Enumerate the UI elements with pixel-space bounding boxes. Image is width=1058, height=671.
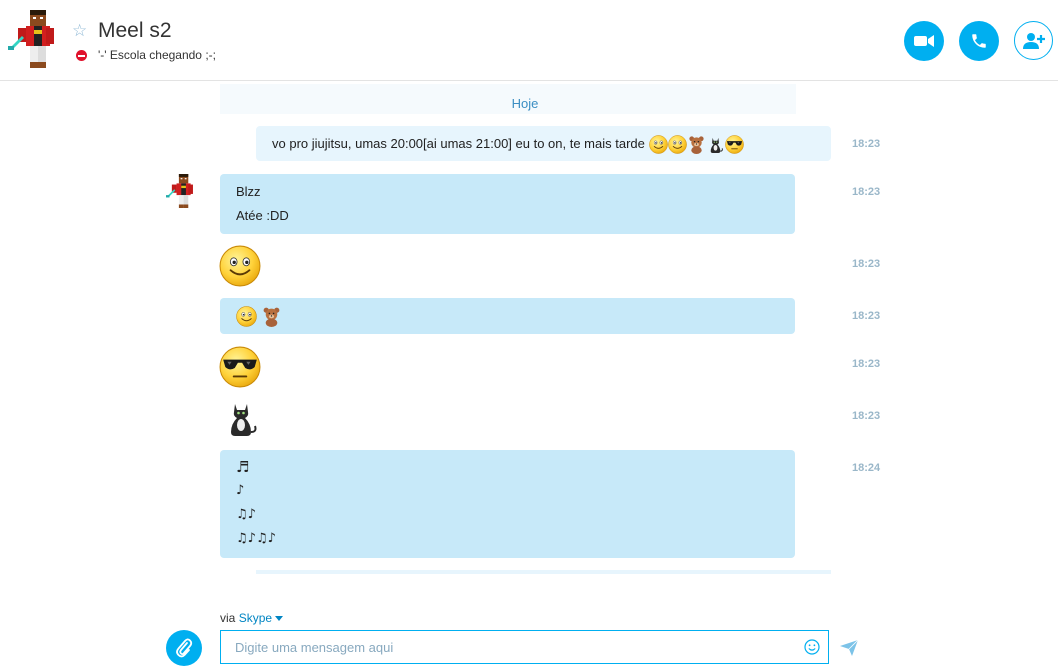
phone-icon — [972, 34, 986, 48]
message-line: Blzz — [236, 184, 261, 199]
favorite-star-icon[interactable]: ☆ — [72, 22, 87, 39]
paperclip-icon — [176, 638, 193, 658]
music-note-line: ♬ — [236, 458, 250, 476]
message-bubble-outgoing[interactable]: vo pro jiujitsu, umas 20:00[ai umas 21:0… — [256, 126, 831, 161]
smile-icon[interactable] — [219, 245, 261, 287]
via-label: via — [220, 611, 236, 625]
send-icon[interactable] — [840, 640, 858, 656]
add-person-icon — [1022, 32, 1045, 49]
music-note-line: ♫♪♫♪ — [236, 531, 276, 546]
message-input-box[interactable] — [220, 630, 829, 664]
smile-icon — [236, 306, 257, 327]
chat-header: ☆ Meel s2 '-' Escola chegando ;-; — [0, 0, 1058, 81]
do-not-disturb-status-icon — [76, 50, 87, 61]
attach-button[interactable] — [166, 630, 202, 666]
message-timestamp: 18:23 — [852, 258, 881, 270]
smile-icon — [649, 135, 668, 154]
via-service-link[interactable]: Skype — [239, 611, 272, 625]
sender-avatar[interactable] — [166, 172, 200, 210]
message-line: Atée :DD — [236, 208, 289, 223]
cool-icon[interactable] — [219, 346, 261, 388]
message-timestamp: 18:23 — [852, 410, 881, 422]
add-contact-button[interactable] — [1014, 21, 1053, 60]
message-timestamp: 18:23 — [852, 138, 881, 150]
video-call-button[interactable] — [904, 21, 944, 61]
message-text: vo pro jiujitsu, umas 20:00[ai umas 21:0… — [272, 135, 645, 151]
cat-icon — [706, 135, 725, 154]
message-bubble-incoming[interactable]: Blzz Atée :DD — [220, 174, 795, 234]
message-bubble-incoming[interactable]: ♬ ♪ ♫♪ ♫♪♫♪ — [220, 450, 795, 558]
music-note-line: ♪ — [236, 483, 245, 498]
bear-icon — [687, 135, 706, 154]
message-timestamp: 18:23 — [852, 186, 881, 198]
music-note-line: ♫♪ — [236, 507, 256, 522]
via-service-selector[interactable]: via Skype — [220, 611, 284, 625]
message-input[interactable] — [235, 637, 795, 657]
contact-name[interactable]: Meel s2 — [98, 19, 172, 43]
cat-icon[interactable] — [221, 397, 261, 439]
mood-message: '-' Escola chegando ;-; — [98, 48, 216, 62]
date-separator: Hoje — [511, 96, 539, 111]
cool-icon — [725, 135, 744, 154]
contact-avatar[interactable] — [8, 8, 66, 70]
message-timestamp: 18:23 — [852, 310, 881, 322]
message-bubble-incoming[interactable] — [220, 298, 795, 334]
audio-call-button[interactable] — [959, 21, 999, 61]
message-timestamp: 18:23 — [852, 358, 881, 370]
message-timestamp: 18:24 — [852, 462, 881, 474]
chevron-down-icon[interactable] — [275, 616, 284, 622]
bear-icon — [261, 306, 282, 327]
emoticon-picker-icon[interactable] — [804, 639, 820, 655]
smile-icon — [668, 135, 687, 154]
conversation-bottom-fade — [256, 570, 831, 574]
video-camera-icon — [914, 35, 934, 47]
